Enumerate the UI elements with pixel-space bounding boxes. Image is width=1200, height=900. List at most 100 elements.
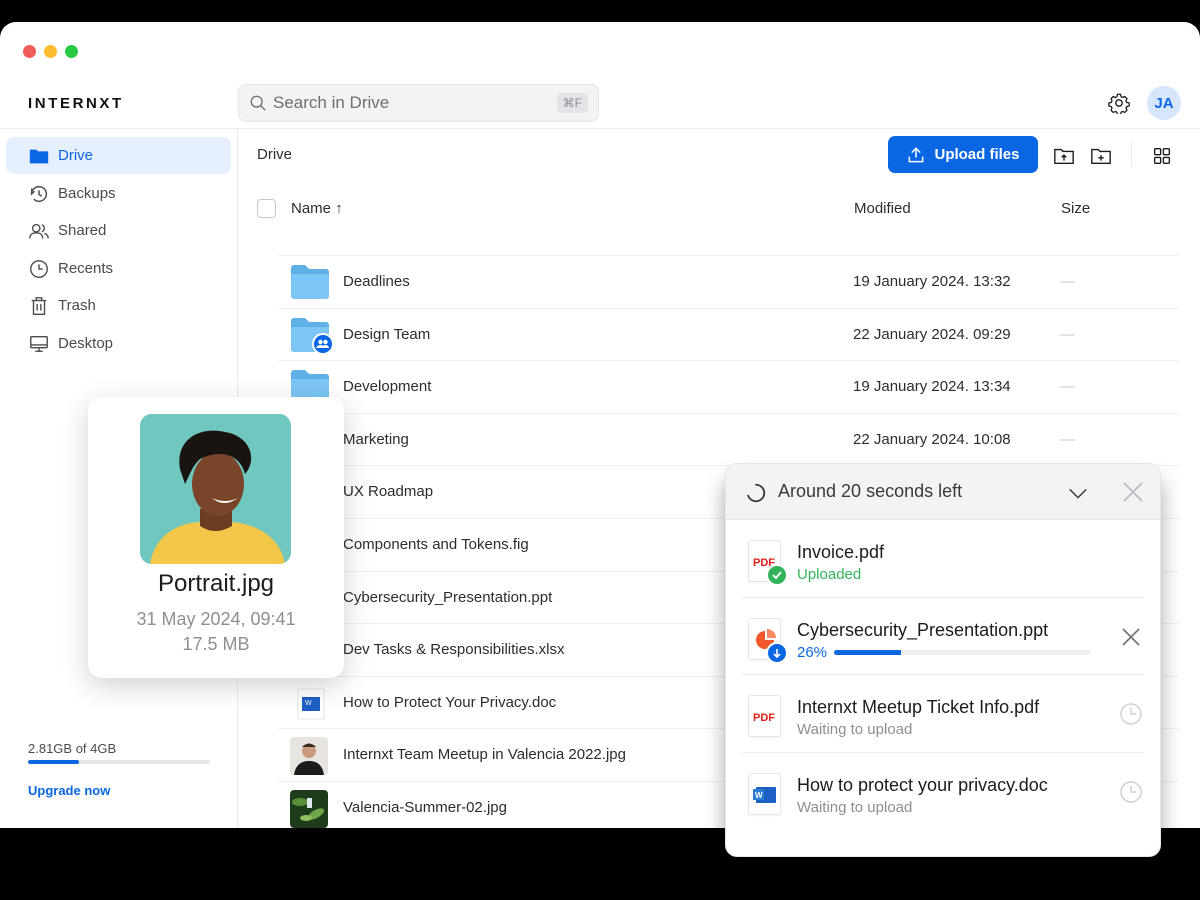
trash-icon [31, 296, 47, 315]
file-name: How to Protect Your Privacy.doc [343, 693, 557, 711]
sidebar-item-label: Shared [58, 222, 107, 239]
svg-text:W: W [755, 791, 763, 800]
sidebar-item-label: Recents [58, 260, 114, 277]
file-modified: 22 January 2024. 10:08 [853, 430, 1011, 448]
file-name: Design Team [343, 325, 431, 343]
storage-bar-fill [28, 760, 79, 764]
file-modified: 19 January 2024. 13:32 [853, 273, 1011, 290]
doc-file-icon: W [748, 772, 781, 815]
upload-folder-icon[interactable] [1053, 145, 1075, 167]
upload-progress-panel: Around 20 seconds left PDF Invoice.pdf U… [725, 463, 1161, 857]
sidebar-item-label: Trash [58, 297, 96, 314]
minimize-window-button[interactable] [44, 45, 57, 58]
sidebar-item-label: Drive [58, 147, 94, 164]
file-size: — [1060, 430, 1075, 448]
preview-filename: Portrait.jpg [157, 570, 275, 597]
column-modified[interactable]: Modified [854, 200, 911, 217]
table-header: Name ↑ Modified Size [257, 199, 1180, 229]
portrait-image [140, 414, 291, 564]
folder-icon [29, 149, 49, 163]
cancel-upload-icon[interactable] [1119, 625, 1143, 649]
upload-list: PDF Invoice.pdf Uploaded Cybersecurity_P… [726, 520, 1160, 830]
search-placeholder: Search in Drive [273, 93, 390, 112]
svg-text:W: W [305, 700, 312, 707]
file-name: Development [343, 378, 432, 396]
sidebar-item-backups[interactable]: Backups [6, 175, 231, 212]
download-arrow-icon [766, 641, 788, 664]
upload-time-remaining: Around 20 seconds left [778, 481, 963, 501]
users-icon [29, 223, 49, 238]
sidebar-item-shared[interactable]: Shared [6, 212, 231, 249]
upload-progress-fill [834, 649, 901, 655]
upgrade-link[interactable]: Upgrade now [28, 783, 110, 798]
file-name: Cybersecurity_Presentation.ppt [343, 588, 553, 606]
file-name: Valencia-Summer-02.jpg [343, 798, 507, 816]
file-name: Deadlines [343, 273, 410, 290]
upload-file-name: Internxt Meetup Ticket Info.pdf [797, 697, 1040, 717]
shared-folder-icon [290, 317, 334, 355]
storage-text: 2.81GB of 4GB [28, 741, 117, 756]
column-name-label: Name [291, 200, 332, 217]
sort-arrow-icon: ↑ [335, 200, 343, 217]
new-folder-icon[interactable] [1090, 145, 1112, 167]
file-size: — [1060, 378, 1075, 396]
upload-panel-header: Around 20 seconds left [726, 464, 1160, 520]
column-name[interactable]: Name ↑ [291, 200, 343, 217]
table-row[interactable]: Design Team 22 January 2024. 09:29 — [278, 307, 1180, 361]
file-name: Marketing [343, 430, 409, 448]
upload-files-label: Upload files [934, 146, 1020, 163]
select-all-checkbox[interactable] [257, 199, 276, 218]
grid-view-icon[interactable] [1151, 145, 1173, 167]
upload-item: PDF Invoice.pdf Uploaded [742, 520, 1144, 598]
table-row[interactable]: Development 19 January 2024. 13:34 — [278, 360, 1180, 413]
word-file-icon: W [290, 685, 330, 721]
breadcrumb[interactable]: Drive [257, 146, 292, 163]
sidebar-item-drive[interactable]: Drive [6, 137, 231, 174]
file-size: — [1060, 325, 1075, 343]
sidebar-item-recents[interactable]: Recents [6, 250, 231, 287]
file-name: Components and Tokens.fig [343, 535, 529, 553]
check-icon [766, 564, 788, 586]
toolbar-divider [1131, 141, 1132, 167]
upload-file-name: How to protect your privacy.doc [797, 774, 1048, 795]
gear-icon[interactable] [1108, 92, 1130, 114]
chevron-down-icon[interactable] [1066, 482, 1090, 504]
upload-progress-bar [834, 649, 1090, 655]
close-window-button[interactable] [23, 45, 36, 58]
table-row[interactable]: Deadlines 19 January 2024. 13:32 — [278, 255, 1180, 308]
storage-usage: 2.81GB of 4GB [28, 741, 210, 764]
svg-text:PDF: PDF [753, 712, 775, 724]
column-size[interactable]: Size [1061, 200, 1090, 217]
sidebar-item-label: Desktop [58, 335, 114, 352]
search-shortcut: ⌘F [556, 93, 588, 113]
file-modified: 19 January 2024. 13:34 [853, 378, 1011, 396]
maximize-window-button[interactable] [65, 45, 78, 58]
clock-icon [30, 259, 48, 278]
upload-file-name: Cybersecurity_Presentation.ppt [797, 619, 1049, 640]
image-thumbnail [290, 789, 328, 828]
file-size: — [1060, 273, 1075, 290]
upload-item: W How to protect your privacy.doc Waitin… [742, 753, 1144, 831]
clock-icon [1120, 780, 1142, 803]
sidebar-item-desktop[interactable]: Desktop [6, 325, 231, 362]
upload-files-button[interactable]: Upload files [888, 136, 1038, 173]
file-name: Internxt Team Meetup in Valencia 2022.jp… [343, 746, 626, 764]
image-thumbnail [290, 737, 328, 776]
clock-icon [1120, 703, 1142, 725]
close-icon[interactable] [1121, 480, 1145, 504]
pdf-file-icon: PDF [748, 695, 781, 737]
window-controls [23, 45, 78, 58]
upload-icon [909, 146, 924, 162]
storage-bar [28, 760, 210, 764]
file-name: Dev Tasks & Responsibilities.xlsx [343, 641, 565, 659]
file-name: UX Roadmap [343, 483, 434, 501]
upload-file-name: Invoice.pdf [797, 542, 885, 562]
upload-status: Uploaded [797, 566, 862, 583]
search-input[interactable]: Search in Drive ⌘F [238, 84, 599, 122]
preview-date: 31 May 2024, 09:41 [136, 609, 296, 629]
sidebar-item-label: Backups [58, 185, 116, 202]
avatar[interactable]: JA [1147, 86, 1181, 120]
file-modified: 22 January 2024. 09:29 [853, 325, 1011, 343]
sidebar-item-trash[interactable]: Trash [6, 287, 231, 324]
table-row[interactable]: Marketing 22 January 2024. 10:08 — [278, 412, 1180, 466]
